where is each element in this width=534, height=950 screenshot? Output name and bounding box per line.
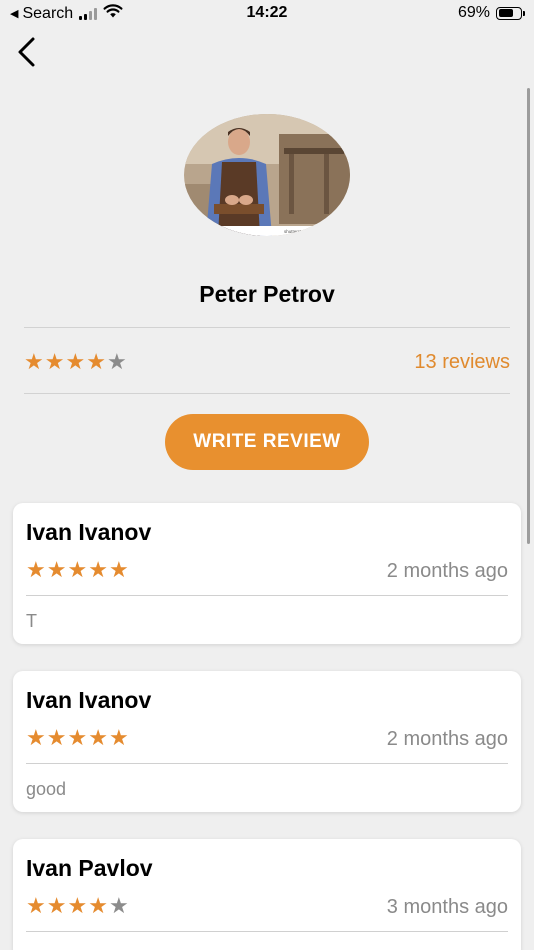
star-icon: ★ xyxy=(26,557,46,582)
star-icon: ★ xyxy=(88,725,108,750)
star-icon: ★ xyxy=(67,725,88,750)
star-icon: ★ xyxy=(67,557,88,582)
review-divider xyxy=(26,595,508,596)
review-rating-stars: ★ ★ ★ ★ ★ xyxy=(26,895,129,917)
review-card: Ivan Ivanov ★ ★ ★ ★ ★ 2 months ago T xyxy=(13,503,521,644)
star-icon: ★ xyxy=(65,349,86,374)
star-icon: ★ xyxy=(86,349,106,374)
review-divider xyxy=(26,931,508,932)
review-date: 2 months ago xyxy=(386,728,508,750)
star-icon: ★ xyxy=(108,725,129,750)
review-date: 3 months ago xyxy=(386,896,508,918)
rating-row: ★ ★ ★ ★ ★ 13 reviews xyxy=(24,348,510,376)
reviews-count-link[interactable]: 13 reviews xyxy=(414,351,510,374)
profile-rating-stars: ★ ★ ★ ★ ★ xyxy=(24,351,127,373)
review-comment: T xyxy=(26,611,37,631)
chevron-left-icon xyxy=(18,37,35,67)
review-card: Ivan Pavlov ★ ★ ★ ★ ★ 3 months ago xyxy=(13,839,521,950)
review-author: Ivan Ivanov xyxy=(26,519,152,545)
write-review-button[interactable]: WRITE REVIEW xyxy=(165,414,369,470)
review-divider xyxy=(26,763,508,764)
review-rating-stars: ★ ★ ★ ★ ★ xyxy=(26,727,129,749)
avatar: shutterstock.com · 415849744 xyxy=(184,114,350,236)
star-icon: ★ xyxy=(46,725,67,750)
star-icon: ★ xyxy=(44,349,65,374)
profile-name: Peter Petrov xyxy=(199,281,335,307)
review-author: Ivan Pavlov xyxy=(26,855,153,881)
star-icon: ★ xyxy=(24,349,44,374)
star-icon: ★ xyxy=(108,893,129,918)
battery-percent: 69% xyxy=(457,4,490,21)
status-right: 69% xyxy=(457,4,525,22)
star-icon: ★ xyxy=(46,557,67,582)
star-icon: ★ xyxy=(108,557,129,582)
star-icon: ★ xyxy=(46,893,67,918)
status-time: 14:22 xyxy=(246,4,288,21)
divider xyxy=(24,393,510,394)
battery-icon xyxy=(496,6,525,20)
scrollbar[interactable] xyxy=(527,88,530,544)
star-icon: ★ xyxy=(88,557,108,582)
star-icon: ★ xyxy=(67,893,88,918)
star-icon: ★ xyxy=(106,349,127,374)
back-button[interactable] xyxy=(12,34,44,70)
review-author: Ivan Ivanov xyxy=(26,687,152,713)
review-card: Ivan Ivanov ★ ★ ★ ★ ★ 2 months ago good xyxy=(13,671,521,812)
review-rating-stars: ★ ★ ★ ★ ★ xyxy=(26,559,129,581)
battery-fill xyxy=(498,9,513,17)
star-icon: ★ xyxy=(88,893,108,918)
review-date: 2 months ago xyxy=(386,560,508,582)
photo-watermark: shutterstock.com · 415849744 xyxy=(284,229,345,234)
star-icon: ★ xyxy=(26,725,46,750)
review-comment: good xyxy=(26,779,67,799)
status-bar: ◀ Search 14:22 69% xyxy=(0,0,534,28)
divider xyxy=(24,327,510,328)
star-icon: ★ xyxy=(26,893,46,918)
